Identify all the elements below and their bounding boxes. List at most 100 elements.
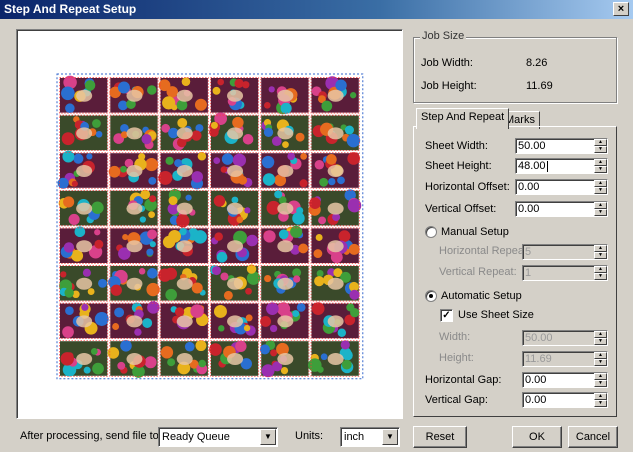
spin-down-icon[interactable]: ▼: [594, 187, 607, 194]
use-sheet-size-checkbox[interactable]: ✓: [440, 309, 453, 322]
v-offset-value: 0.00: [518, 203, 540, 215]
auto-height-value: 11.69: [525, 353, 552, 365]
send-file-dropdown[interactable]: Ready Queue ▼: [158, 427, 278, 447]
tile-thumbnail: [59, 265, 109, 302]
tile-thumbnail: [158, 77, 209, 114]
tab-step-and-repeat[interactable]: Step And Repeat: [416, 108, 510, 129]
tile-thumbnail: [109, 301, 160, 340]
spin-up-icon[interactable]: ▲: [594, 393, 607, 400]
units-dropdown[interactable]: inch ▼: [340, 427, 400, 447]
sheet-width-label: Sheet Width:: [425, 140, 488, 152]
tile-thumbnail: [59, 114, 109, 152]
h-gap-value: 0.00: [525, 374, 547, 386]
spin-down-icon[interactable]: ▼: [594, 359, 607, 366]
units-value: inch: [344, 431, 365, 443]
tile-thumbnail: [108, 152, 159, 189]
job-size-group: Job Size Job Width: 8.26 Job Height: 11.…: [413, 30, 617, 103]
spin-up-icon[interactable]: ▲: [594, 245, 607, 252]
tile-thumbnail: [109, 77, 159, 114]
h-offset-field[interactable]: 0.00 ▲ ▼: [515, 179, 608, 195]
job-width-label: Job Width:: [421, 57, 473, 69]
title-bar: Step And Repeat Setup ×: [0, 0, 633, 19]
dropdown-arrow-icon[interactable]: ▼: [260, 429, 276, 445]
auto-height-label: Height:: [439, 352, 474, 364]
checkmark-icon: ✓: [442, 310, 451, 321]
tile-thumbnail: [260, 152, 310, 189]
reset-button[interactable]: Reset: [413, 426, 467, 448]
tile-thumbnail: [260, 77, 310, 115]
tile-thumbnail: [210, 227, 260, 264]
sheet-width-value: 50.00: [518, 140, 546, 152]
v-offset-label: Vertical Offset:: [425, 203, 497, 215]
v-repeat-value: 1: [525, 267, 532, 279]
tile-thumbnail: [59, 226, 109, 264]
tile-thumbnail: [59, 340, 109, 377]
ok-button[interactable]: OK: [512, 426, 562, 448]
tile-thumbnail: [308, 189, 362, 227]
close-button[interactable]: ×: [613, 2, 629, 16]
tile-thumbnail: [57, 150, 109, 189]
spin-up-icon[interactable]: ▲: [594, 159, 607, 166]
tile-thumbnail: [109, 189, 159, 227]
tile-thumbnail: [210, 77, 260, 114]
tile-thumbnail: [158, 151, 209, 190]
units-label: Units:: [295, 430, 324, 442]
tile-thumbnail: [310, 76, 360, 114]
h-offset-value: 0.00: [518, 181, 540, 193]
h-repeat-value: 5: [525, 246, 532, 258]
automatic-setup-radio[interactable]: [425, 290, 437, 302]
spin-up-icon[interactable]: ▲: [594, 373, 607, 380]
tile-thumbnail: [260, 189, 310, 227]
spin-up-icon[interactable]: ▲: [594, 139, 607, 146]
send-file-label: After processing, send file to:: [20, 430, 162, 442]
spin-down-icon[interactable]: ▼: [594, 146, 607, 153]
v-repeat-label: Vertical Repeat:: [439, 266, 517, 278]
v-gap-field[interactable]: 0.00 ▲ ▼: [522, 392, 608, 408]
spin-down-icon[interactable]: ▼: [594, 273, 607, 280]
sheet-height-field[interactable]: 48.00 ▲ ▼: [515, 158, 608, 174]
spin-up-icon[interactable]: ▲: [594, 266, 607, 273]
manual-setup-label: Manual Setup: [441, 226, 509, 238]
auto-height-field[interactable]: 11.69 ▲ ▼: [522, 351, 608, 367]
h-offset-label: Horizontal Offset:: [425, 181, 510, 193]
v-gap-label: Vertical Gap:: [425, 394, 488, 406]
tile-thumbnail: [310, 114, 361, 152]
tile-thumbnail: [210, 152, 260, 189]
spin-down-icon[interactable]: ▼: [594, 209, 607, 216]
spin-up-icon[interactable]: ▲: [594, 331, 607, 338]
h-gap-label: Horizontal Gap:: [425, 374, 502, 386]
job-height-value: 11.69: [526, 80, 553, 92]
tile-thumbnail: [210, 302, 260, 340]
h-repeat-field[interactable]: 5 ▲ ▼: [522, 244, 608, 260]
spin-down-icon[interactable]: ▼: [594, 338, 607, 345]
dropdown-arrow-icon[interactable]: ▼: [382, 429, 398, 445]
window-title: Step And Repeat Setup: [4, 2, 137, 16]
spin-down-icon[interactable]: ▼: [594, 400, 607, 407]
job-width-value: 8.26: [526, 57, 548, 69]
spin-up-icon[interactable]: ▲: [594, 352, 607, 359]
step-and-repeat-panel: Sheet Width: 50.00 ▲ ▼ Sheet Height: 48.0…: [413, 126, 617, 417]
v-offset-field[interactable]: 0.00 ▲ ▼: [515, 201, 608, 217]
spin-down-icon[interactable]: ▼: [594, 166, 607, 173]
h-gap-field[interactable]: 0.00 ▲ ▼: [522, 372, 608, 388]
cancel-button[interactable]: Cancel: [568, 426, 618, 448]
sheet-height-value: 48.00: [518, 160, 546, 172]
tile-thumbnail: [159, 114, 209, 152]
tile-thumbnail: [260, 265, 310, 302]
sheet-layout-canvas: [56, 73, 364, 380]
tile-thumbnail: [260, 302, 310, 340]
spin-up-icon[interactable]: ▲: [594, 202, 607, 209]
spin-down-icon[interactable]: ▼: [594, 252, 607, 259]
manual-setup-radio[interactable]: [425, 226, 437, 238]
tile-thumbnail: [308, 340, 360, 377]
radio-selected-dot: [429, 294, 433, 298]
spin-up-icon[interactable]: ▲: [594, 180, 607, 187]
job-height-label: Job Height:: [421, 80, 477, 92]
tile-thumbnail: [158, 265, 209, 302]
spin-down-icon[interactable]: ▼: [594, 380, 607, 387]
v-repeat-field[interactable]: 1 ▲ ▼: [522, 265, 608, 281]
auto-width-field[interactable]: 50.00 ▲ ▼: [522, 330, 608, 346]
sheet-width-field[interactable]: 50.00 ▲ ▼: [515, 138, 608, 154]
tile-thumbnail: [210, 189, 260, 227]
tile-thumbnail: [109, 227, 159, 264]
